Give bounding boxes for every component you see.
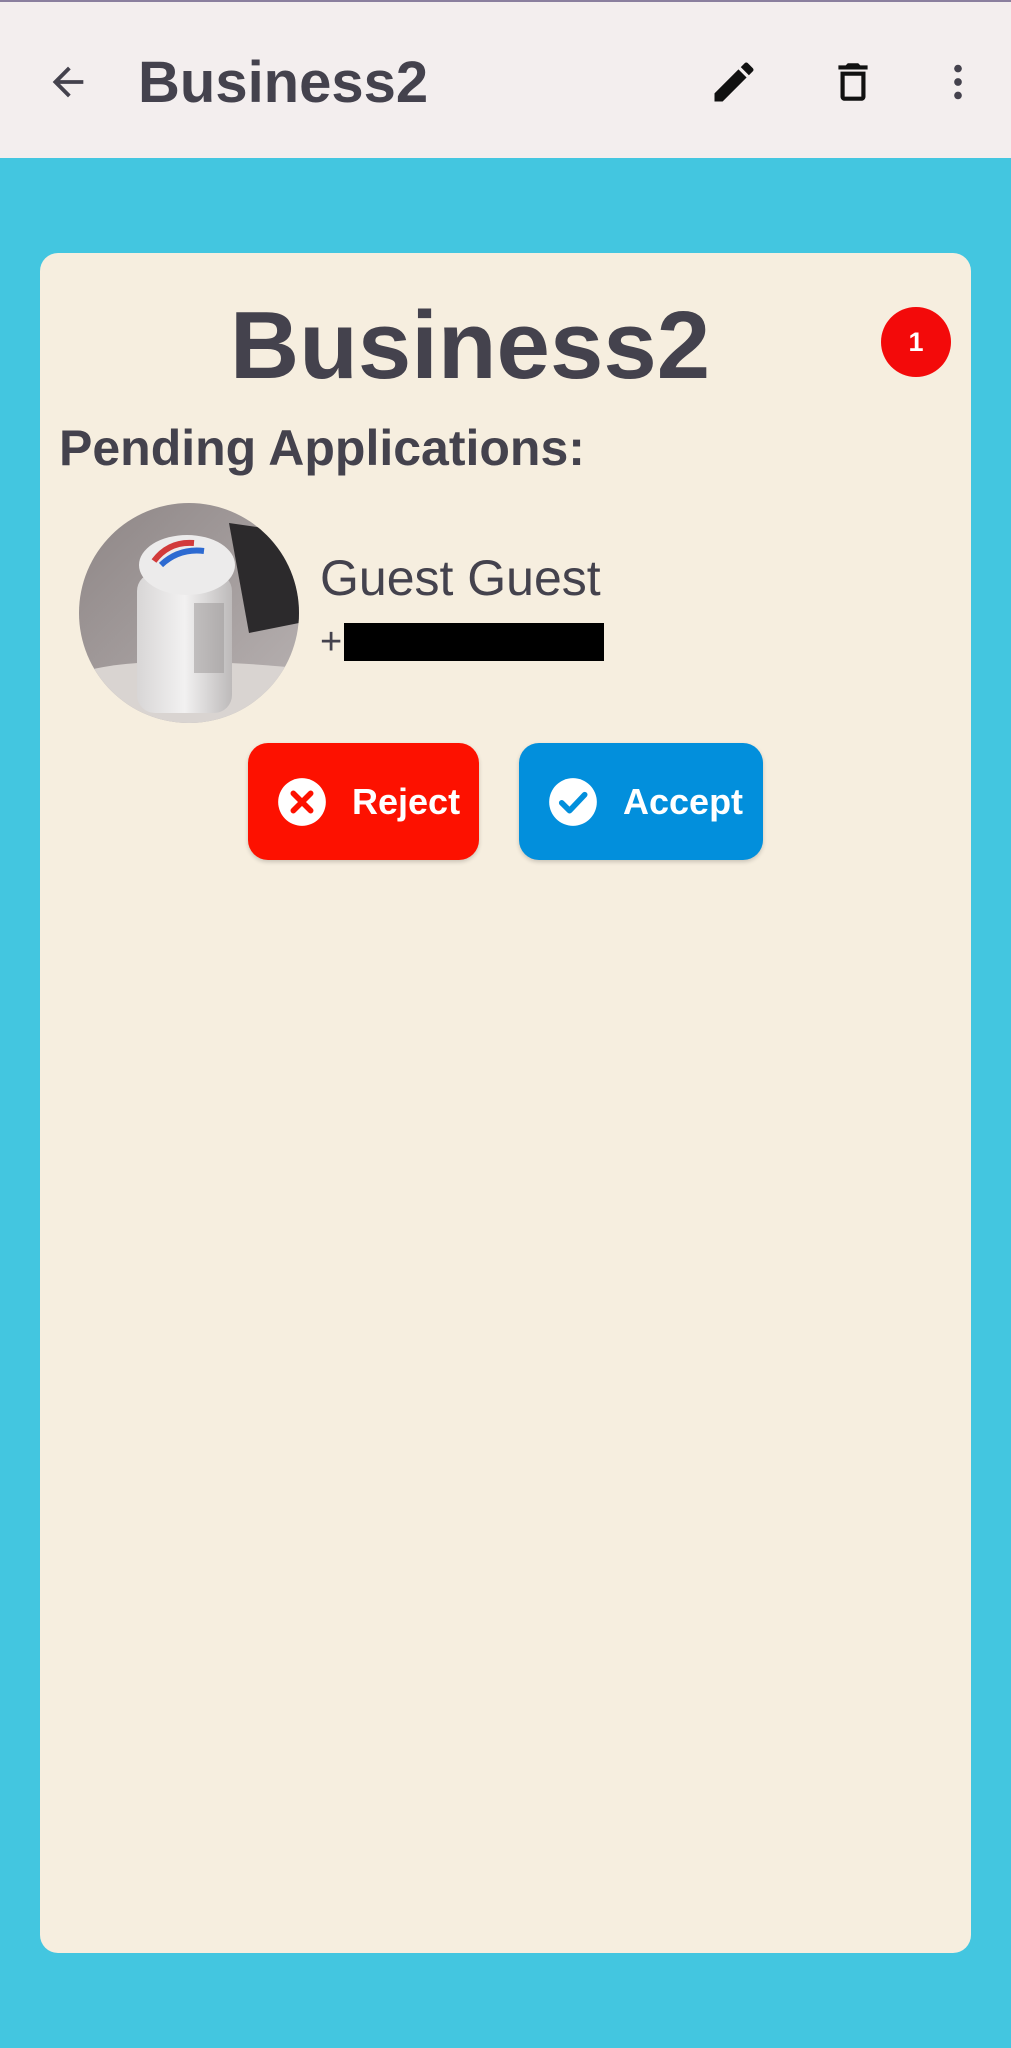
business-card: Business2 1 Pending Applications: Guest … xyxy=(40,253,971,1953)
business-title: Business2 xyxy=(229,292,711,399)
more-vert-icon xyxy=(954,64,962,100)
accept-button[interactable]: Accept xyxy=(519,743,763,860)
applicant-phone: + xyxy=(320,621,605,663)
trash-icon xyxy=(838,63,868,101)
notification-badge: 1 xyxy=(881,307,951,377)
pencil-icon xyxy=(714,62,754,102)
cancel-circle-icon xyxy=(278,777,326,826)
back-button[interactable] xyxy=(38,42,98,122)
accept-label: Accept xyxy=(623,780,744,822)
applicant-avatar xyxy=(79,503,299,723)
edit-button[interactable] xyxy=(704,42,764,122)
applicant-name: Guest Guest xyxy=(320,550,601,606)
avatar-image xyxy=(79,503,299,723)
top-app-bar: Business2 xyxy=(0,0,1011,158)
appbar-title: Business2 xyxy=(138,50,429,115)
pending-applications-heading: Pending Applications: xyxy=(59,420,585,476)
phone-prefix: + xyxy=(320,621,343,663)
delete-button[interactable] xyxy=(823,42,883,122)
back-arrow-icon xyxy=(52,66,84,98)
more-options-button[interactable] xyxy=(928,42,988,122)
reject-button[interactable]: Reject xyxy=(248,743,479,860)
phone-redacted-block xyxy=(344,623,605,661)
reject-label: Reject xyxy=(352,780,461,822)
check-circle-icon xyxy=(549,777,597,826)
